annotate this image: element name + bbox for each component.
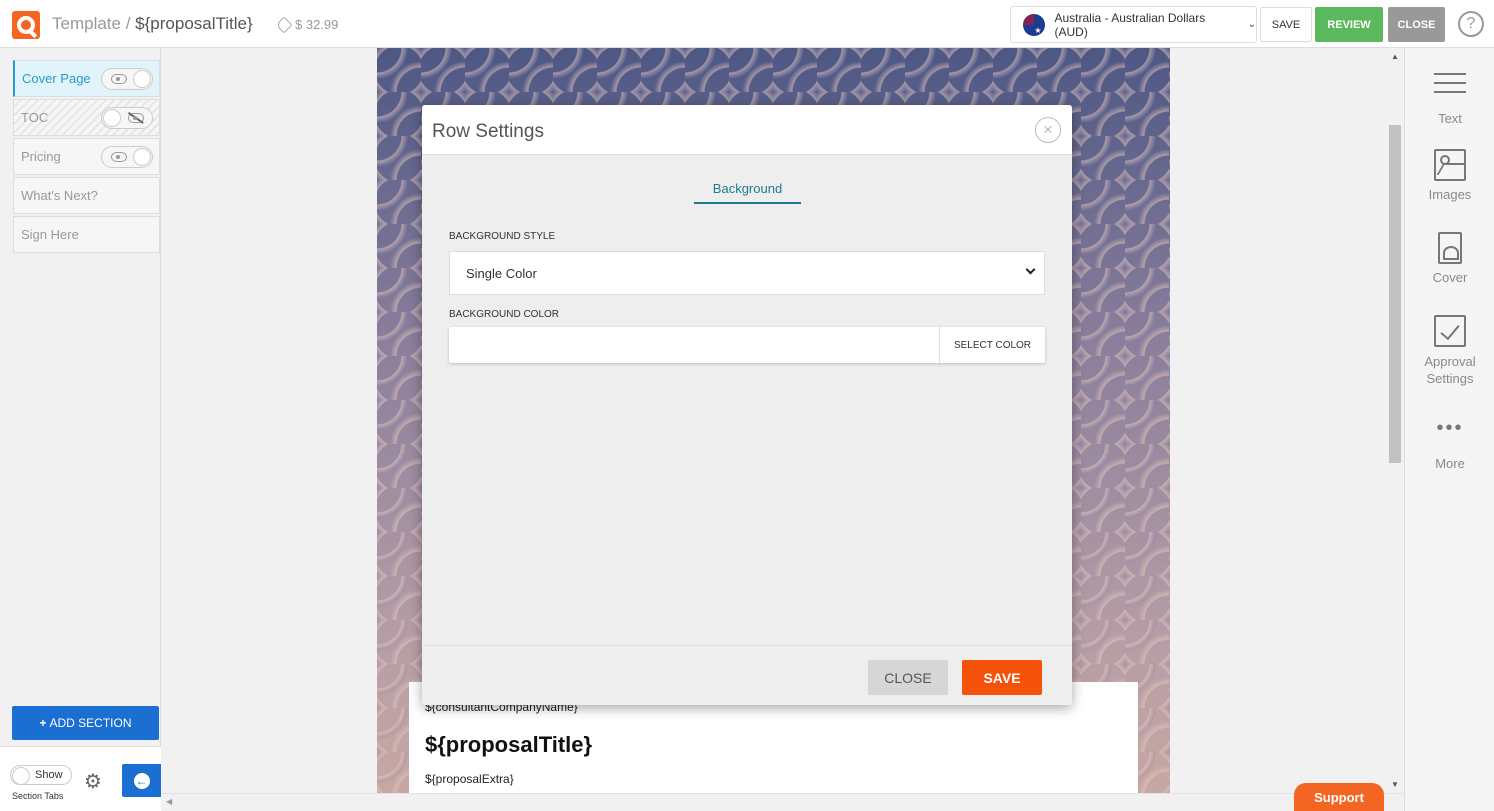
eye-icon: [111, 152, 127, 162]
checkbox-icon: [1434, 315, 1466, 347]
visibility-toggle[interactable]: [101, 107, 153, 129]
gears-icon[interactable]: ⚙: [84, 769, 102, 794]
proposal-title-heading: ${proposalTitle}: [425, 732, 593, 757]
text-icon: [1434, 73, 1466, 105]
tool-images[interactable]: Images: [1405, 149, 1494, 202]
section-label: Sign Here: [21, 227, 79, 242]
modal-header: Row Settings ×: [422, 105, 1072, 155]
section-item-sign-here[interactable]: Sign Here: [13, 216, 160, 253]
background-color-label: BACKGROUND COLOR: [449, 309, 560, 320]
chevron-down-icon: [1025, 264, 1036, 275]
visibility-toggle[interactable]: [101, 146, 153, 168]
add-section-button[interactable]: + ADD SECTION: [12, 706, 159, 740]
scroll-down-icon[interactable]: ▼: [1391, 780, 1399, 789]
currency-label: Australia - Australian Dollars (AUD): [1054, 10, 1206, 39]
select-color-button[interactable]: SELECT COLOR: [940, 327, 1045, 363]
section-tabs-label: Section Tabs: [12, 791, 64, 801]
eye-icon: [111, 74, 127, 84]
currency-select[interactable]: Australia - Australian Dollars (AUD) ⌄: [1010, 6, 1257, 43]
modal-title: Row Settings: [432, 121, 544, 142]
section-item-pricing[interactable]: Pricing: [13, 138, 160, 175]
cover-icon: [1438, 232, 1462, 264]
background-color-field: SELECT COLOR: [449, 327, 1045, 363]
section-sidebar: Cover Page TOC Pricing What's Next? Sign…: [0, 48, 161, 811]
background-color-input[interactable]: [449, 327, 940, 363]
breadcrumb-root[interactable]: Template: [52, 14, 121, 33]
modal-footer: CLOSE SAVE: [422, 645, 1072, 705]
background-style-label: BACKGROUND STYLE: [449, 231, 556, 242]
arrow-left-icon: ←: [133, 772, 150, 789]
chevron-down-icon: ⌄: [1247, 19, 1256, 30]
collapse-sidebar-button[interactable]: ←: [122, 764, 161, 797]
proposal-title[interactable]: ${proposalTitle}: [135, 14, 253, 33]
background-style-select[interactable]: Single Color: [449, 251, 1045, 295]
price-value: $ 32.99: [295, 17, 339, 32]
top-bar: Template / ${proposalTitle} $ 32.99 Aust…: [0, 0, 1494, 48]
more-icon: •••: [1436, 417, 1464, 439]
sidebar-footer: Show Section Tabs ⚙ ←: [0, 746, 161, 811]
tool-text[interactable]: Text: [1405, 66, 1494, 126]
save-button[interactable]: SAVE: [1260, 7, 1312, 42]
visibility-toggle[interactable]: [101, 68, 153, 90]
scroll-thumb[interactable]: [1389, 125, 1401, 463]
image-icon: [1434, 149, 1466, 181]
vertical-scrollbar[interactable]: ▲ ▼: [1387, 48, 1404, 793]
tab-background[interactable]: Background: [694, 181, 801, 204]
row-settings-modal: Row Settings × Background BACKGROUND STY…: [422, 105, 1072, 705]
close-button[interactable]: CLOSE: [1388, 7, 1445, 42]
scroll-up-icon[interactable]: ▲: [1391, 52, 1399, 61]
app-logo[interactable]: [12, 11, 40, 39]
price-tag: $ 32.99: [275, 16, 339, 33]
tools-panel: Text Images Cover Approval Settings ••• …: [1404, 48, 1494, 811]
tool-cover[interactable]: Cover: [1405, 232, 1494, 285]
support-button[interactable]: Support: [1294, 783, 1384, 811]
section-label: Pricing: [21, 149, 61, 164]
section-label: What's Next?: [21, 188, 98, 203]
help-icon[interactable]: ?: [1458, 11, 1484, 37]
section-item-cover-page[interactable]: Cover Page: [13, 60, 160, 97]
section-item-whats-next[interactable]: What's Next?: [13, 177, 160, 214]
background-style-value: Single Color: [466, 265, 537, 281]
plus-icon: +: [39, 716, 47, 730]
proposal-extra-text: ${proposalExtra}: [425, 772, 514, 786]
close-icon[interactable]: ×: [1035, 117, 1061, 143]
modal-close-button[interactable]: CLOSE: [868, 660, 948, 695]
section-item-toc[interactable]: TOC: [13, 99, 160, 136]
eye-slash-icon: [128, 113, 144, 123]
australia-flag-icon: [1023, 13, 1045, 36]
tag-icon: [275, 16, 293, 33]
tool-approval-settings[interactable]: Approval Settings: [1405, 315, 1494, 387]
scroll-left-icon[interactable]: ◀: [166, 797, 172, 806]
tool-more[interactable]: ••• More: [1405, 418, 1494, 471]
section-label: TOC: [21, 110, 49, 125]
section-label: Cover Page: [22, 71, 91, 86]
show-section-tabs-toggle[interactable]: Show: [10, 765, 72, 785]
review-button[interactable]: REVIEW: [1315, 7, 1383, 42]
modal-save-button[interactable]: SAVE: [962, 660, 1042, 695]
horizontal-scrollbar[interactable]: ◀: [161, 793, 1404, 811]
breadcrumb: Template / ${proposalTitle}: [52, 14, 253, 33]
